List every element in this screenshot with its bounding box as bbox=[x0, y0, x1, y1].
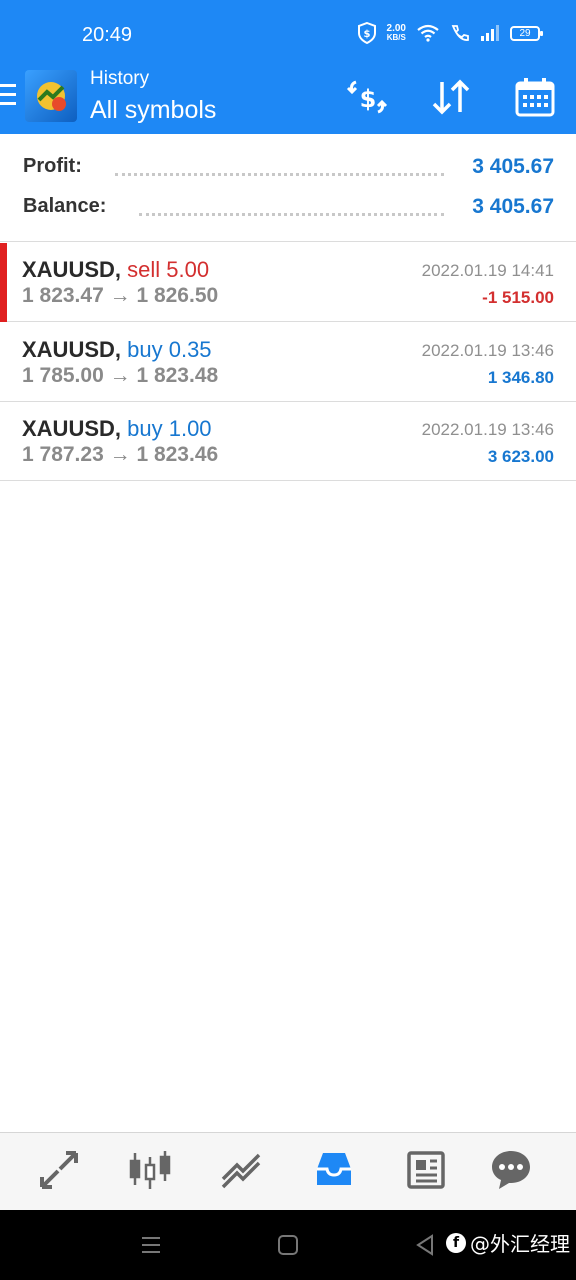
watermark-logo-icon: f bbox=[446, 1232, 466, 1253]
arrow-icon: → bbox=[109, 443, 131, 466]
open-price: 1 785.00 bbox=[22, 364, 104, 387]
status-bar: 20:49 $ 2.00 KB/S 29 bbox=[0, 0, 576, 64]
trade-datetime: 2022.01.19 14:41 bbox=[421, 261, 554, 280]
trade-row[interactable]: XAUUSD, sell 5.00 1 823.47 → 1 826.50 20… bbox=[0, 243, 576, 322]
trade-type: sell 5.00 bbox=[127, 257, 210, 282]
chart-icon[interactable] bbox=[127, 1147, 173, 1193]
chat-icon[interactable] bbox=[488, 1147, 534, 1193]
trade-prices: 1 785.00 → 1 823.48 bbox=[22, 364, 218, 388]
trade-type: buy 0.35 bbox=[127, 337, 212, 362]
home-icon[interactable] bbox=[275, 1232, 301, 1258]
bottom-nav bbox=[0, 1132, 576, 1210]
status-icons: $ 2.00 KB/S 29 bbox=[357, 22, 543, 44]
network-speed: 2.00 KB/S bbox=[386, 23, 406, 43]
shield-icon: $ bbox=[357, 22, 376, 44]
profit-label: Profit: bbox=[23, 155, 90, 178]
watermark: f @外汇经理 bbox=[446, 1228, 570, 1257]
status-time: 20:49 bbox=[82, 24, 133, 46]
balance-row: Balance: 3 405.67 bbox=[23, 195, 554, 225]
app-logo bbox=[25, 70, 77, 122]
trade-datetime: 2022.01.19 13:46 bbox=[421, 420, 554, 439]
screen-title[interactable]: All symbols bbox=[90, 96, 216, 125]
trade-type: buy 1.00 bbox=[127, 416, 212, 441]
trade-row[interactable]: XAUUSD, buy 0.35 1 785.00 → 1 823.48 202… bbox=[0, 323, 576, 402]
profit-row: Profit: 3 405.67 bbox=[23, 155, 554, 185]
svg-text:$: $ bbox=[360, 85, 377, 113]
sort-icon[interactable] bbox=[428, 74, 474, 120]
battery-icon: 29 bbox=[510, 25, 543, 41]
svg-text:$: $ bbox=[363, 29, 370, 40]
arrow-icon: → bbox=[109, 364, 131, 387]
trade-prices: 1 787.23 → 1 823.46 bbox=[22, 443, 218, 467]
open-price: 1 787.23 bbox=[22, 443, 104, 466]
system-nav-bar: f @外汇经理 bbox=[0, 1210, 576, 1280]
close-price: 1 826.50 bbox=[136, 284, 219, 307]
quotes-icon[interactable] bbox=[36, 1147, 82, 1193]
balance-label: Balance: bbox=[23, 195, 115, 218]
calendar-icon[interactable] bbox=[512, 74, 558, 120]
app-bar: History All symbols $ bbox=[0, 64, 576, 134]
back-icon[interactable] bbox=[412, 1232, 438, 1258]
account-summary: Profit: 3 405.67 Balance: 3 405.67 bbox=[0, 134, 576, 242]
close-price: 1 823.48 bbox=[136, 364, 219, 387]
wifi-icon bbox=[417, 24, 439, 42]
close-price: 1 823.46 bbox=[136, 443, 219, 466]
trade-profit: 3 623.00 bbox=[487, 447, 554, 466]
dotted-leader bbox=[115, 173, 444, 176]
arrow-icon: → bbox=[109, 284, 131, 307]
trade-symbol: XAUUSD, buy 1.00 bbox=[22, 416, 212, 441]
screen-subtitle: History bbox=[90, 68, 150, 89]
trade-row[interactable]: XAUUSD, buy 1.00 1 787.23 → 1 823.46 202… bbox=[0, 402, 576, 481]
menu-icon[interactable] bbox=[138, 1232, 164, 1258]
menu-icon[interactable] bbox=[0, 84, 16, 106]
dotted-leader bbox=[139, 213, 444, 216]
trade-icon[interactable] bbox=[219, 1147, 265, 1193]
selected-marker bbox=[0, 243, 7, 322]
trade-symbol: XAUUSD, sell 5.00 bbox=[22, 257, 210, 282]
trade-profit: 1 346.80 bbox=[487, 368, 554, 387]
history-icon[interactable] bbox=[311, 1147, 357, 1193]
open-price: 1 823.47 bbox=[22, 284, 104, 307]
balance-value: 3 405.67 bbox=[472, 195, 554, 218]
trade-profit: -1 515.00 bbox=[482, 288, 554, 307]
call-signal-icon bbox=[451, 25, 469, 41]
cell-signal-icon bbox=[481, 25, 499, 41]
news-icon[interactable] bbox=[403, 1147, 449, 1193]
trade-datetime: 2022.01.19 13:46 bbox=[421, 341, 554, 360]
currency-exchange-icon[interactable]: $ bbox=[344, 74, 390, 120]
profit-value: 3 405.67 bbox=[472, 155, 554, 178]
trade-prices: 1 823.47 → 1 826.50 bbox=[22, 284, 218, 308]
trade-symbol: XAUUSD, buy 0.35 bbox=[22, 337, 212, 362]
